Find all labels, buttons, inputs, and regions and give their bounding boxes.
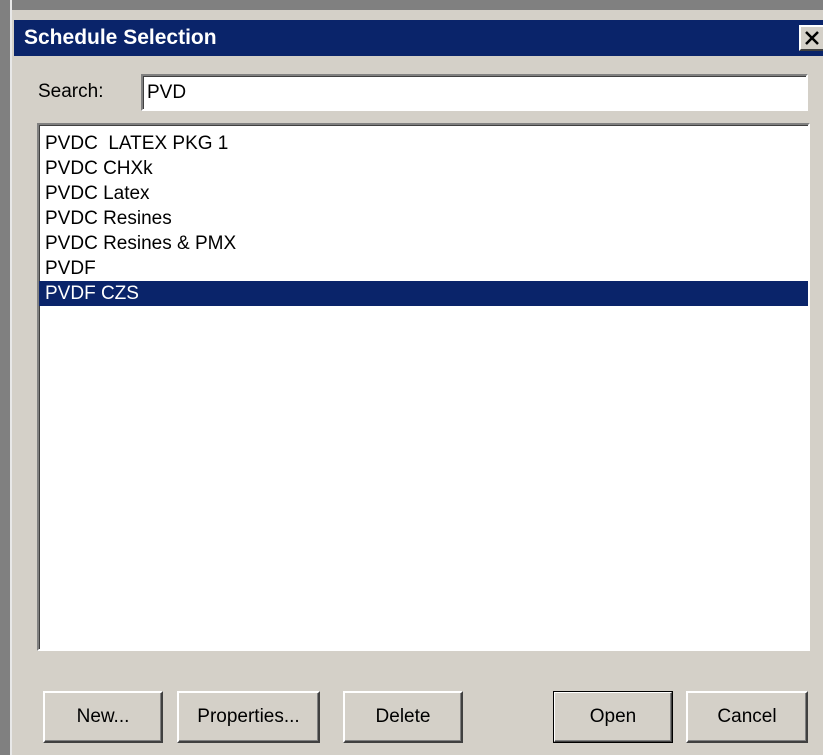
window-left-edge: [0, 0, 12, 755]
search-label: Search:: [38, 81, 104, 102]
properties-button[interactable]: Properties...: [177, 691, 320, 743]
list-item[interactable]: PVDC LATEX PKG 1: [39, 131, 808, 156]
close-button[interactable]: [799, 25, 823, 51]
schedule-list: PVDC LATEX PKG 1 PVDC CHXk PVDC Latex PV…: [39, 125, 808, 306]
schedule-selection-dialog: Schedule Selection Search: PVDC LATEX PK…: [0, 0, 823, 755]
list-item[interactable]: PVDC CHXk: [39, 156, 808, 181]
list-item[interactable]: PVDC Resines: [39, 206, 808, 231]
close-x-icon: [805, 31, 819, 45]
delete-button[interactable]: Delete: [343, 691, 463, 743]
new-button[interactable]: New...: [43, 691, 163, 743]
open-button[interactable]: Open: [553, 691, 673, 743]
window-top-edge: [0, 0, 823, 10]
list-item[interactable]: PVDF: [39, 256, 808, 281]
list-item[interactable]: PVDC Latex: [39, 181, 808, 206]
list-item-selected[interactable]: PVDF CZS: [39, 281, 808, 306]
list-item[interactable]: PVDC Resines & PMX: [39, 231, 808, 256]
dialog-titlebar[interactable]: Schedule Selection: [14, 20, 823, 56]
dialog-title: Schedule Selection: [24, 26, 217, 49]
schedule-listbox[interactable]: PVDC LATEX PKG 1 PVDC CHXk PVDC Latex PV…: [37, 123, 810, 651]
search-input[interactable]: [141, 74, 808, 111]
cancel-button[interactable]: Cancel: [686, 691, 808, 743]
